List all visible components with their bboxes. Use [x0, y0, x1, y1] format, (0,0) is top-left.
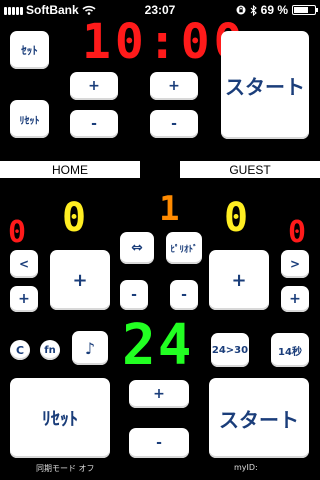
home-score-plus-button[interactable]: +	[50, 250, 110, 310]
guest-score-minus-button[interactable]: -	[170, 280, 198, 310]
guest-fouls-display: 0	[288, 215, 307, 250]
battery-icon	[292, 5, 318, 15]
guest-score-plus-label: +	[231, 269, 247, 291]
set-label: ｾｯﾄ	[21, 44, 38, 57]
home-foul-up-label: +	[18, 291, 30, 307]
shot-start-label: スタート	[219, 407, 299, 432]
clock-start-button[interactable]: スタート	[221, 31, 309, 139]
sync-mode-text: 同期モード オフ	[36, 464, 95, 473]
clock-start-label: スタート	[225, 74, 305, 99]
shot-reset-label: ﾘｾｯﾄ	[42, 409, 78, 430]
home-label: HOME	[0, 161, 140, 178]
seconds-plus-button[interactable]: +	[150, 72, 198, 100]
guest-foul-down-button[interactable]: >	[281, 250, 309, 278]
home-score-plus-label: +	[72, 269, 88, 291]
guest-label: GUEST	[180, 161, 320, 178]
home-fouls-display: 0	[8, 215, 27, 250]
guest-score-plus-button[interactable]: +	[209, 250, 269, 310]
home-score-minus-label: -	[131, 287, 137, 303]
fn-button[interactable]: fn	[40, 340, 60, 360]
guest-score-display: 0	[224, 195, 249, 241]
clock-reset-button[interactable]: ﾘｾｯﾄ	[10, 100, 49, 138]
period-button[interactable]: ﾋﾟﾘｵﾄﾞ	[166, 232, 202, 264]
shot-plus-button[interactable]: +	[129, 380, 189, 408]
guest-foul-up-button[interactable]: +	[281, 286, 309, 312]
minutes-plus-button[interactable]: +	[70, 72, 118, 100]
fourteen-seconds-button[interactable]: 14秒	[271, 333, 309, 367]
home-foul-down-button[interactable]: <	[10, 250, 38, 278]
fourteen-seconds-label: 14秒	[278, 346, 302, 358]
clear-label: C	[15, 343, 25, 357]
period-label: ﾋﾟﾘｵﾄﾞ	[170, 244, 198, 255]
shot-minus-label: -	[156, 435, 162, 451]
my-id-text: myID:	[234, 463, 258, 472]
home-foul-down-label: <	[18, 257, 30, 271]
set-button[interactable]: ｾｯﾄ	[10, 31, 49, 69]
shot-start-button[interactable]: スタート	[209, 378, 309, 458]
minutes-minus-label: -	[91, 116, 97, 132]
period-display: 1	[159, 189, 180, 229]
bluetooth-icon	[250, 4, 257, 16]
shot-clock-display: 24	[122, 313, 194, 378]
swap-label: ⇔	[131, 240, 143, 256]
shot-mode-label: 24>30	[211, 344, 249, 356]
seconds-minus-button[interactable]: -	[150, 110, 198, 138]
clear-button[interactable]: C	[10, 340, 30, 360]
fn-label: fn	[44, 344, 56, 356]
guest-foul-down-label: >	[289, 257, 301, 271]
music-note-icon: ♪	[84, 338, 96, 358]
minutes-plus-label: +	[88, 78, 100, 94]
guest-foul-up-label: +	[289, 291, 301, 307]
shot-reset-button[interactable]: ﾘｾｯﾄ	[10, 378, 110, 458]
shot-plus-label: +	[153, 386, 165, 402]
horn-button[interactable]: ♪	[72, 331, 108, 365]
seconds-minus-label: -	[171, 116, 177, 132]
shot-mode-button[interactable]: 24>30	[211, 333, 249, 367]
guest-score-minus-label: -	[181, 287, 187, 303]
shot-minus-button[interactable]: -	[129, 428, 189, 458]
swap-button[interactable]: ⇔	[120, 232, 154, 264]
battery-percent: 69 %	[260, 3, 288, 17]
seconds-plus-label: +	[168, 78, 180, 94]
home-foul-up-button[interactable]: +	[10, 286, 38, 312]
minutes-minus-button[interactable]: -	[70, 110, 118, 138]
home-score-display: 0	[62, 195, 87, 241]
clock-reset-label: ﾘｾｯﾄ	[19, 115, 40, 127]
home-score-minus-button[interactable]: -	[120, 280, 148, 310]
status-right: 69 %	[236, 3, 318, 17]
